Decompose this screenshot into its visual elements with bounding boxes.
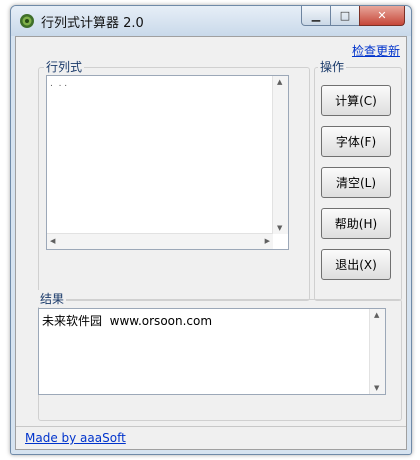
scroll-right-arrow-icon[interactable]: ▶ xyxy=(265,237,270,245)
determinant-hscrollbar[interactable]: ◀ ▶ xyxy=(47,233,273,249)
result-text: 未来软件园 www.orsoon.com xyxy=(42,314,213,328)
check-update-link[interactable]: 检查更新 xyxy=(352,42,400,59)
scroll-down-arrow-icon[interactable]: ▼ xyxy=(277,224,282,232)
scroll-left-arrow-icon[interactable]: ◀ xyxy=(50,237,55,245)
close-icon: ✕ xyxy=(377,9,387,22)
determinant-vscrollbar[interactable]: ▲ ▼ xyxy=(272,76,288,234)
app-icon xyxy=(20,14,34,28)
result-scroll-up-arrow-icon[interactable]: ▲ xyxy=(374,311,379,319)
determinant-text: . . . xyxy=(50,79,68,89)
close-button[interactable]: ✕ xyxy=(359,6,405,26)
maximize-button[interactable]: □ xyxy=(330,6,360,26)
calculate-button[interactable]: 计算(C) xyxy=(321,85,391,116)
result-vscrollbar[interactable]: ▲ ▼ xyxy=(369,309,385,394)
maximize-icon: □ xyxy=(339,9,351,22)
determinant-input[interactable]: . . . ▲ ▼ ◀ ▶ xyxy=(46,75,289,250)
font-button[interactable]: 字体(F) xyxy=(321,126,391,157)
help-button[interactable]: 帮助(H) xyxy=(321,208,391,239)
window-title: 行列式计算器 2.0 xyxy=(41,16,144,31)
app-window: 行列式计算器 2.0 ▁ □ ✕ 检查更新 行列式 . . . ▲ ▼ ◀ ▶ … xyxy=(10,5,412,455)
exit-button[interactable]: 退出(X) xyxy=(321,249,391,280)
made-by-link[interactable]: Made by aaaSoft xyxy=(25,431,126,445)
title-bar[interactable]: 行列式计算器 2.0 ▁ □ ✕ xyxy=(11,6,411,36)
status-bar: Made by aaaSoft xyxy=(16,426,406,449)
scroll-up-arrow-icon[interactable]: ▲ xyxy=(277,78,282,86)
result-label: 结果 xyxy=(38,290,67,307)
result-scroll-down-arrow-icon[interactable]: ▼ xyxy=(374,384,379,392)
minimize-button[interactable]: ▁ xyxy=(301,6,331,26)
client-area: 检查更新 行列式 . . . ▲ ▼ ◀ ▶ 操作 计算(C) 字体(F) 清空… xyxy=(15,36,407,450)
clear-button[interactable]: 清空(L) xyxy=(321,167,391,198)
result-output[interactable]: 未来软件园 www.orsoon.com ▲ ▼ xyxy=(38,308,386,395)
minimize-icon: ▁ xyxy=(311,9,321,22)
determinant-label: 行列式 xyxy=(44,58,85,75)
operations-label: 操作 xyxy=(318,58,347,75)
